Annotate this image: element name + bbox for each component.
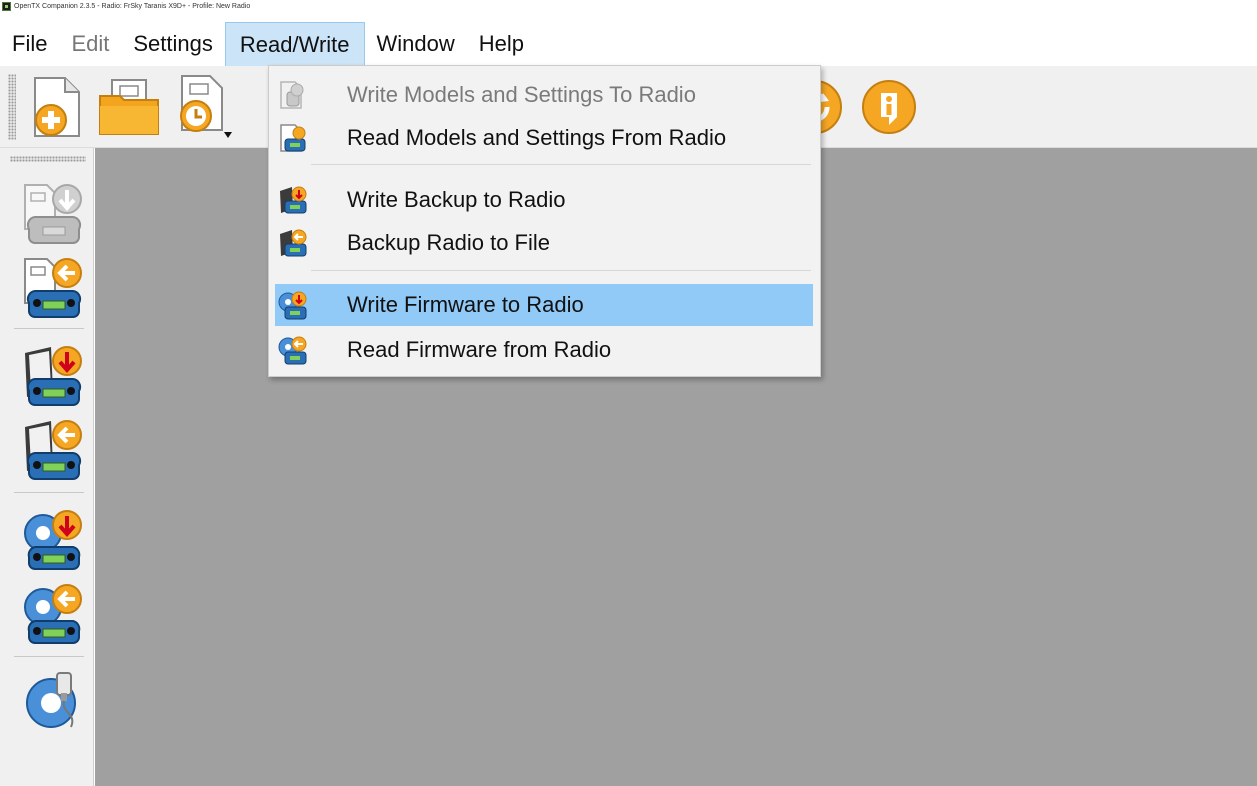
open-folder-button[interactable] — [96, 72, 162, 142]
left-toolbar-separator-2 — [14, 492, 84, 493]
left-toolbar-grip[interactable] — [10, 156, 86, 162]
menu-item-label: Read Firmware from Radio — [347, 337, 612, 362]
new-file-button[interactable] — [22, 72, 88, 142]
left-backup-radio-button[interactable] — [18, 414, 88, 484]
read-firmware-icon — [277, 334, 309, 366]
left-toolbar-separator — [14, 328, 84, 329]
menu-settings[interactable]: Settings — [121, 22, 225, 66]
menu-item-write-backup[interactable]: Write Backup to Radio — [275, 179, 813, 221]
left-write-models-button[interactable] — [18, 178, 88, 248]
left-toolbar — [0, 148, 94, 786]
left-radio-settings-button[interactable] — [18, 666, 88, 736]
write-models-icon — [24, 184, 82, 244]
read-models-icon — [24, 258, 82, 318]
read-firmware-icon — [24, 584, 82, 644]
backup-radio-icon — [25, 420, 82, 480]
recent-files-button[interactable] — [170, 72, 236, 142]
menu-item-label: Write Firmware to Radio — [347, 292, 584, 317]
menu-edit[interactable]: Edit — [59, 22, 121, 66]
menu-item-label: Write Backup to Radio — [347, 187, 566, 212]
menu-item-write-models-settings[interactable]: Write Models and Settings To Radio — [275, 74, 813, 116]
app-icon — [2, 1, 11, 11]
left-read-firmware-button[interactable] — [18, 578, 88, 648]
menu-window[interactable]: Window — [365, 22, 467, 66]
toolbar-grip[interactable] — [8, 73, 16, 140]
menu-separator — [311, 164, 811, 165]
backup-radio-icon — [277, 227, 309, 259]
window-title: OpenTX Companion 2.3.5 - Radio: FrSky Ta… — [14, 2, 251, 10]
about-icon — [862, 79, 916, 134]
menu-item-label: Write Models and Settings To Radio — [347, 82, 696, 107]
about-button[interactable] — [856, 72, 922, 142]
menu-item-read-firmware[interactable]: Read Firmware from Radio — [275, 329, 813, 371]
radio-settings-icon — [26, 672, 76, 728]
menu-item-backup-radio-to-file[interactable]: Backup Radio to File — [275, 222, 813, 264]
menu-item-label: Backup Radio to File — [347, 230, 550, 255]
menu-file[interactable]: File — [0, 22, 59, 66]
menu-separator-2 — [311, 270, 811, 271]
left-read-models-button[interactable] — [18, 252, 88, 322]
left-write-backup-button[interactable] — [18, 340, 88, 410]
title-bar: OpenTX Companion 2.3.5 - Radio: FrSky Ta… — [0, 0, 1257, 12]
menu-read-write[interactable]: Read/Write — [224, 22, 365, 66]
write-firmware-icon — [24, 510, 82, 570]
write-firmware-icon — [277, 289, 309, 321]
menu-help[interactable]: Help — [467, 22, 536, 66]
left-write-firmware-button[interactable] — [18, 504, 88, 574]
left-toolbar-separator-3 — [14, 656, 84, 657]
write-backup-icon — [25, 346, 82, 406]
write-models-icon — [277, 79, 309, 111]
read-write-dropdown: Write Models and Settings To Radio Read … — [268, 65, 821, 377]
recent-files-icon — [180, 74, 232, 138]
new-file-icon — [34, 76, 80, 137]
menu-item-write-firmware[interactable]: Write Firmware to Radio — [275, 284, 813, 326]
write-backup-icon — [277, 184, 309, 216]
menu-item-read-models-settings[interactable]: Read Models and Settings From Radio — [275, 117, 813, 159]
open-folder-icon — [99, 78, 159, 135]
read-models-icon — [277, 122, 309, 154]
menu-item-label: Read Models and Settings From Radio — [347, 125, 727, 150]
menu-bar: File Edit Settings Read/Write Window Hel… — [0, 22, 1257, 66]
